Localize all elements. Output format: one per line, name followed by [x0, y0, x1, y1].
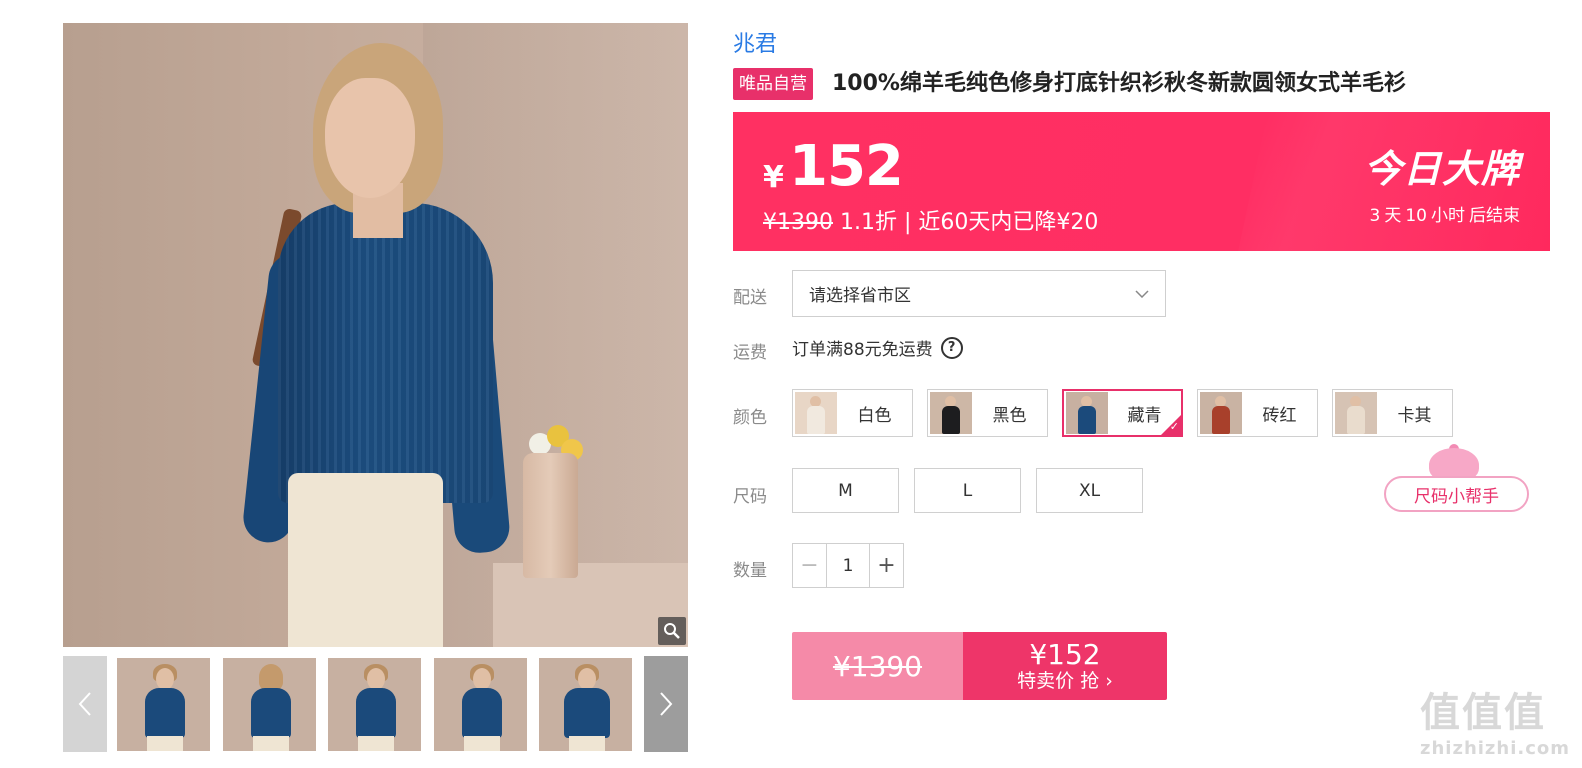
size-option-m[interactable]: M [792, 468, 899, 513]
thumbnail-prev-button[interactable] [63, 656, 107, 752]
freight-label: 运费 [733, 343, 767, 363]
region-select-placeholder: 请选择省市区 [809, 286, 911, 306]
help-icon[interactable]: ? [940, 336, 963, 359]
image-face [325, 78, 415, 198]
color-swatch [795, 392, 837, 434]
brand-link[interactable]: 兆君 [733, 26, 777, 58]
buy-action-label: 特卖价 抢 › [1017, 670, 1113, 693]
delivery-label: 配送 [733, 288, 767, 308]
countdown-hours: 10 [1405, 206, 1427, 226]
size-option-l[interactable]: L [914, 468, 1021, 513]
promo-name: 今日大牌 [1363, 147, 1520, 191]
color-option-khaki[interactable]: 卡其 [1332, 389, 1453, 437]
check-icon: ✓ [1169, 420, 1179, 433]
buy-button[interactable]: ¥1390 ¥152 特卖价 抢 › [792, 632, 1167, 700]
thumbnail[interactable] [434, 658, 527, 751]
original-price: ¥1390 [763, 210, 833, 235]
image-pants [288, 473, 443, 647]
image-vase [523, 453, 578, 578]
chevron-left-icon [78, 692, 91, 716]
size-helper-button[interactable]: 尺码小帮手 [1384, 444, 1529, 514]
color-label: 颜色 [733, 408, 767, 428]
thumbnail[interactable] [117, 658, 210, 751]
color-swatch [1066, 392, 1108, 434]
freight-text: 订单满88元免运费 [792, 340, 933, 360]
buy-price: ¥152 [1029, 637, 1101, 671]
color-swatch [1335, 392, 1377, 434]
freight-info: 订单满88元免运费 ? [792, 335, 963, 360]
thumbnail[interactable] [328, 658, 421, 751]
size-label: 尺码 [733, 487, 767, 507]
quantity-plus-button[interactable]: + [869, 544, 903, 587]
sale-price: 152 [789, 134, 904, 199]
color-swatch [1200, 392, 1242, 434]
thumbnail[interactable] [539, 658, 632, 751]
countdown: 3 天 10 小时 后结束 [1369, 206, 1520, 226]
price-banner: ¥ 152 ¥1390 1.1折 | 近60天内已降¥20 今日大牌 3 天 10 小… [733, 112, 1550, 251]
thumbnail-next-button[interactable] [644, 656, 688, 752]
self-operated-badge: 唯品自营 [733, 68, 813, 100]
color-option-navy[interactable]: 藏青 ✓ [1062, 389, 1183, 437]
countdown-days: 3 [1369, 206, 1381, 226]
buy-original-price: ¥1390 [792, 632, 963, 700]
zoom-icon[interactable] [658, 617, 686, 645]
color-swatch [930, 392, 972, 434]
size-helper-label: 尺码小帮手 [1384, 476, 1529, 512]
color-option-black[interactable]: 黑色 [927, 389, 1048, 437]
quantity-label: 数量 [733, 561, 767, 581]
chevron-right-icon [660, 692, 673, 716]
main-product-image[interactable] [63, 23, 688, 647]
product-title: 100%绵羊毛纯色修身打底针织衫秋冬新款圆领女式羊毛衫 [832, 71, 1406, 96]
color-option-white[interactable]: 白色 [792, 389, 913, 437]
color-option-brick-red[interactable]: 砖红 [1197, 389, 1318, 437]
chevron-down-icon [1135, 289, 1149, 298]
buy-now[interactable]: ¥152 特卖价 抢 › [963, 632, 1167, 700]
region-select[interactable]: 请选择省市区 [792, 270, 1166, 317]
quantity-stepper[interactable]: − 1 + [792, 543, 904, 588]
discount-info: 1.1折 | 近60天内已降¥20 [840, 210, 1099, 235]
size-option-xl[interactable]: XL [1036, 468, 1143, 513]
site-watermark: 值值值 zhizhizhi.com [1420, 690, 1571, 759]
price-details: ¥1390 1.1折 | 近60天内已降¥20 [763, 204, 1098, 236]
thumbnail[interactable] [223, 658, 316, 751]
currency-symbol: ¥ [763, 160, 784, 195]
image-sweater-texture [278, 203, 493, 503]
quantity-minus-button[interactable]: − [793, 544, 827, 587]
quantity-value[interactable]: 1 [827, 544, 869, 587]
